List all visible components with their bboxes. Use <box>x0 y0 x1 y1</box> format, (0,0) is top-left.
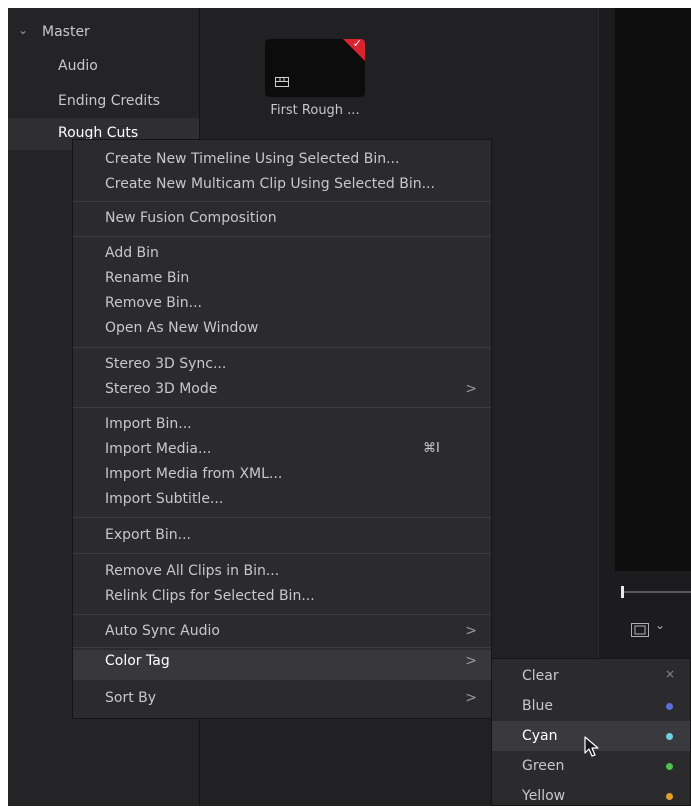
menu-item-import-media-xml[interactable]: Import Media from XML... <box>73 463 491 487</box>
color-item-label: Cyan <box>522 728 558 744</box>
menu-item-label: Rename Bin <box>105 270 190 286</box>
viewer-canvas <box>615 8 691 571</box>
menu-divider <box>73 517 491 518</box>
menu-item-create-multicam[interactable]: Create New Multicam Clip Using Selected … <box>73 173 491 197</box>
menu-item-label: Remove All Clips in Bin... <box>105 563 280 579</box>
menu-item-label: Export Bin... <box>105 527 191 543</box>
color-item-label: Clear <box>522 668 559 684</box>
menu-item-remove-bin[interactable]: Remove Bin... <box>73 292 491 316</box>
menu-divider <box>73 614 491 615</box>
timeline-clip-thumbnail[interactable]: ✓ <box>265 39 365 97</box>
menu-item-new-fusion[interactable]: New Fusion Composition <box>73 207 491 231</box>
color-dot-icon <box>666 733 673 740</box>
bin-item-audio[interactable]: Audio <box>8 51 199 81</box>
submenu-arrow-icon: > <box>465 381 477 397</box>
menu-item-import-media[interactable]: Import Media... ⌘I <box>73 438 491 462</box>
menu-item-label: Stereo 3D Mode <box>105 381 218 397</box>
menu-item-remove-all-clips[interactable]: Remove All Clips in Bin... <box>73 560 491 584</box>
menu-divider <box>73 201 491 202</box>
timeline-icon <box>275 77 289 87</box>
clip-name: First Rough ... <box>270 103 360 118</box>
bin-item-label: Audio <box>58 58 98 74</box>
color-item-label: Blue <box>522 698 553 714</box>
menu-item-import-bin[interactable]: Import Bin... <box>73 413 491 437</box>
color-tag-submenu: Clear × Blue Cyan Green Yellow <box>491 658 691 806</box>
film-icon[interactable] <box>631 623 649 637</box>
bin-master[interactable]: ⌄ Master <box>8 18 199 48</box>
bin-item-ending-credits[interactable]: Ending Credits <box>8 86 199 116</box>
submenu-arrow-icon: > <box>465 653 477 669</box>
playhead[interactable] <box>621 586 624 598</box>
menu-item-label: Import Media from XML... <box>105 466 283 482</box>
menu-item-label: Sort By <box>105 690 157 706</box>
submenu-arrow-icon: > <box>465 690 477 706</box>
menu-item-label: Remove Bin... <box>105 295 202 311</box>
menu-item-stereo-3d-mode[interactable]: Stereo 3D Mode > <box>73 378 491 402</box>
color-item-label: Yellow <box>522 788 566 804</box>
menu-item-color-tag[interactable]: Color Tag > <box>73 650 491 680</box>
menu-item-add-bin[interactable]: Add Bin <box>73 242 491 266</box>
menu-item-label: Import Subtitle... <box>105 491 224 507</box>
color-item-label: Green <box>522 758 565 774</box>
menu-divider <box>73 236 491 237</box>
color-item-blue[interactable]: Blue <box>492 691 690 721</box>
menu-item-rename-bin[interactable]: Rename Bin <box>73 267 491 291</box>
menu-item-export-bin[interactable]: Export Bin... <box>73 524 491 548</box>
color-item-clear[interactable]: Clear × <box>492 661 690 691</box>
menu-item-label: Relink Clips for Selected Bin... <box>105 588 315 604</box>
scrubber-bar[interactable] <box>621 586 691 598</box>
check-icon: ✓ <box>352 39 362 50</box>
menu-divider <box>73 647 491 648</box>
chevron-down-icon[interactable]: ⌄ <box>18 23 28 37</box>
menu-item-label: Import Bin... <box>105 416 192 432</box>
menu-item-label: Auto Sync Audio <box>105 623 220 639</box>
menu-item-label: Color Tag <box>105 653 170 669</box>
submenu-arrow-icon: > <box>465 623 477 639</box>
menu-item-import-subtitle[interactable]: Import Subtitle... <box>73 488 491 512</box>
close-icon: × <box>665 667 676 681</box>
menu-item-label: Import Media... <box>105 441 212 457</box>
menu-item-auto-sync-audio[interactable]: Auto Sync Audio > <box>73 620 491 644</box>
menu-item-stereo-3d-sync[interactable]: Stereo 3D Sync... <box>73 353 491 377</box>
menu-divider <box>73 347 491 348</box>
mouse-cursor-icon <box>584 736 599 757</box>
shortcut-label: ⌘I <box>423 441 440 456</box>
menu-item-label: Stereo 3D Sync... <box>105 356 227 372</box>
menu-item-label: Create New Timeline Using Selected Bin..… <box>105 151 400 167</box>
menu-item-label: New Fusion Composition <box>105 210 277 226</box>
bin-context-menu: Create New Timeline Using Selected Bin..… <box>72 139 492 719</box>
menu-item-label: Open As New Window <box>105 320 259 336</box>
menu-divider <box>73 553 491 554</box>
menu-item-create-timeline[interactable]: Create New Timeline Using Selected Bin..… <box>73 148 491 172</box>
menu-item-relink-clips[interactable]: Relink Clips for Selected Bin... <box>73 585 491 609</box>
color-item-yellow[interactable]: Yellow <box>492 781 690 811</box>
color-dot-icon <box>666 793 673 800</box>
bin-master-label: Master <box>42 24 90 40</box>
bin-item-label: Ending Credits <box>58 93 161 109</box>
menu-item-label: Create New Multicam Clip Using Selected … <box>105 176 435 192</box>
chevron-down-icon[interactable]: ⌄ <box>655 618 665 632</box>
menu-item-open-as-new-window[interactable]: Open As New Window <box>73 317 491 341</box>
menu-item-sort-by[interactable]: Sort By > <box>73 687 491 711</box>
menu-item-label: Add Bin <box>105 245 159 261</box>
color-dot-icon <box>666 763 673 770</box>
menu-divider <box>73 407 491 408</box>
color-dot-icon <box>666 703 673 710</box>
